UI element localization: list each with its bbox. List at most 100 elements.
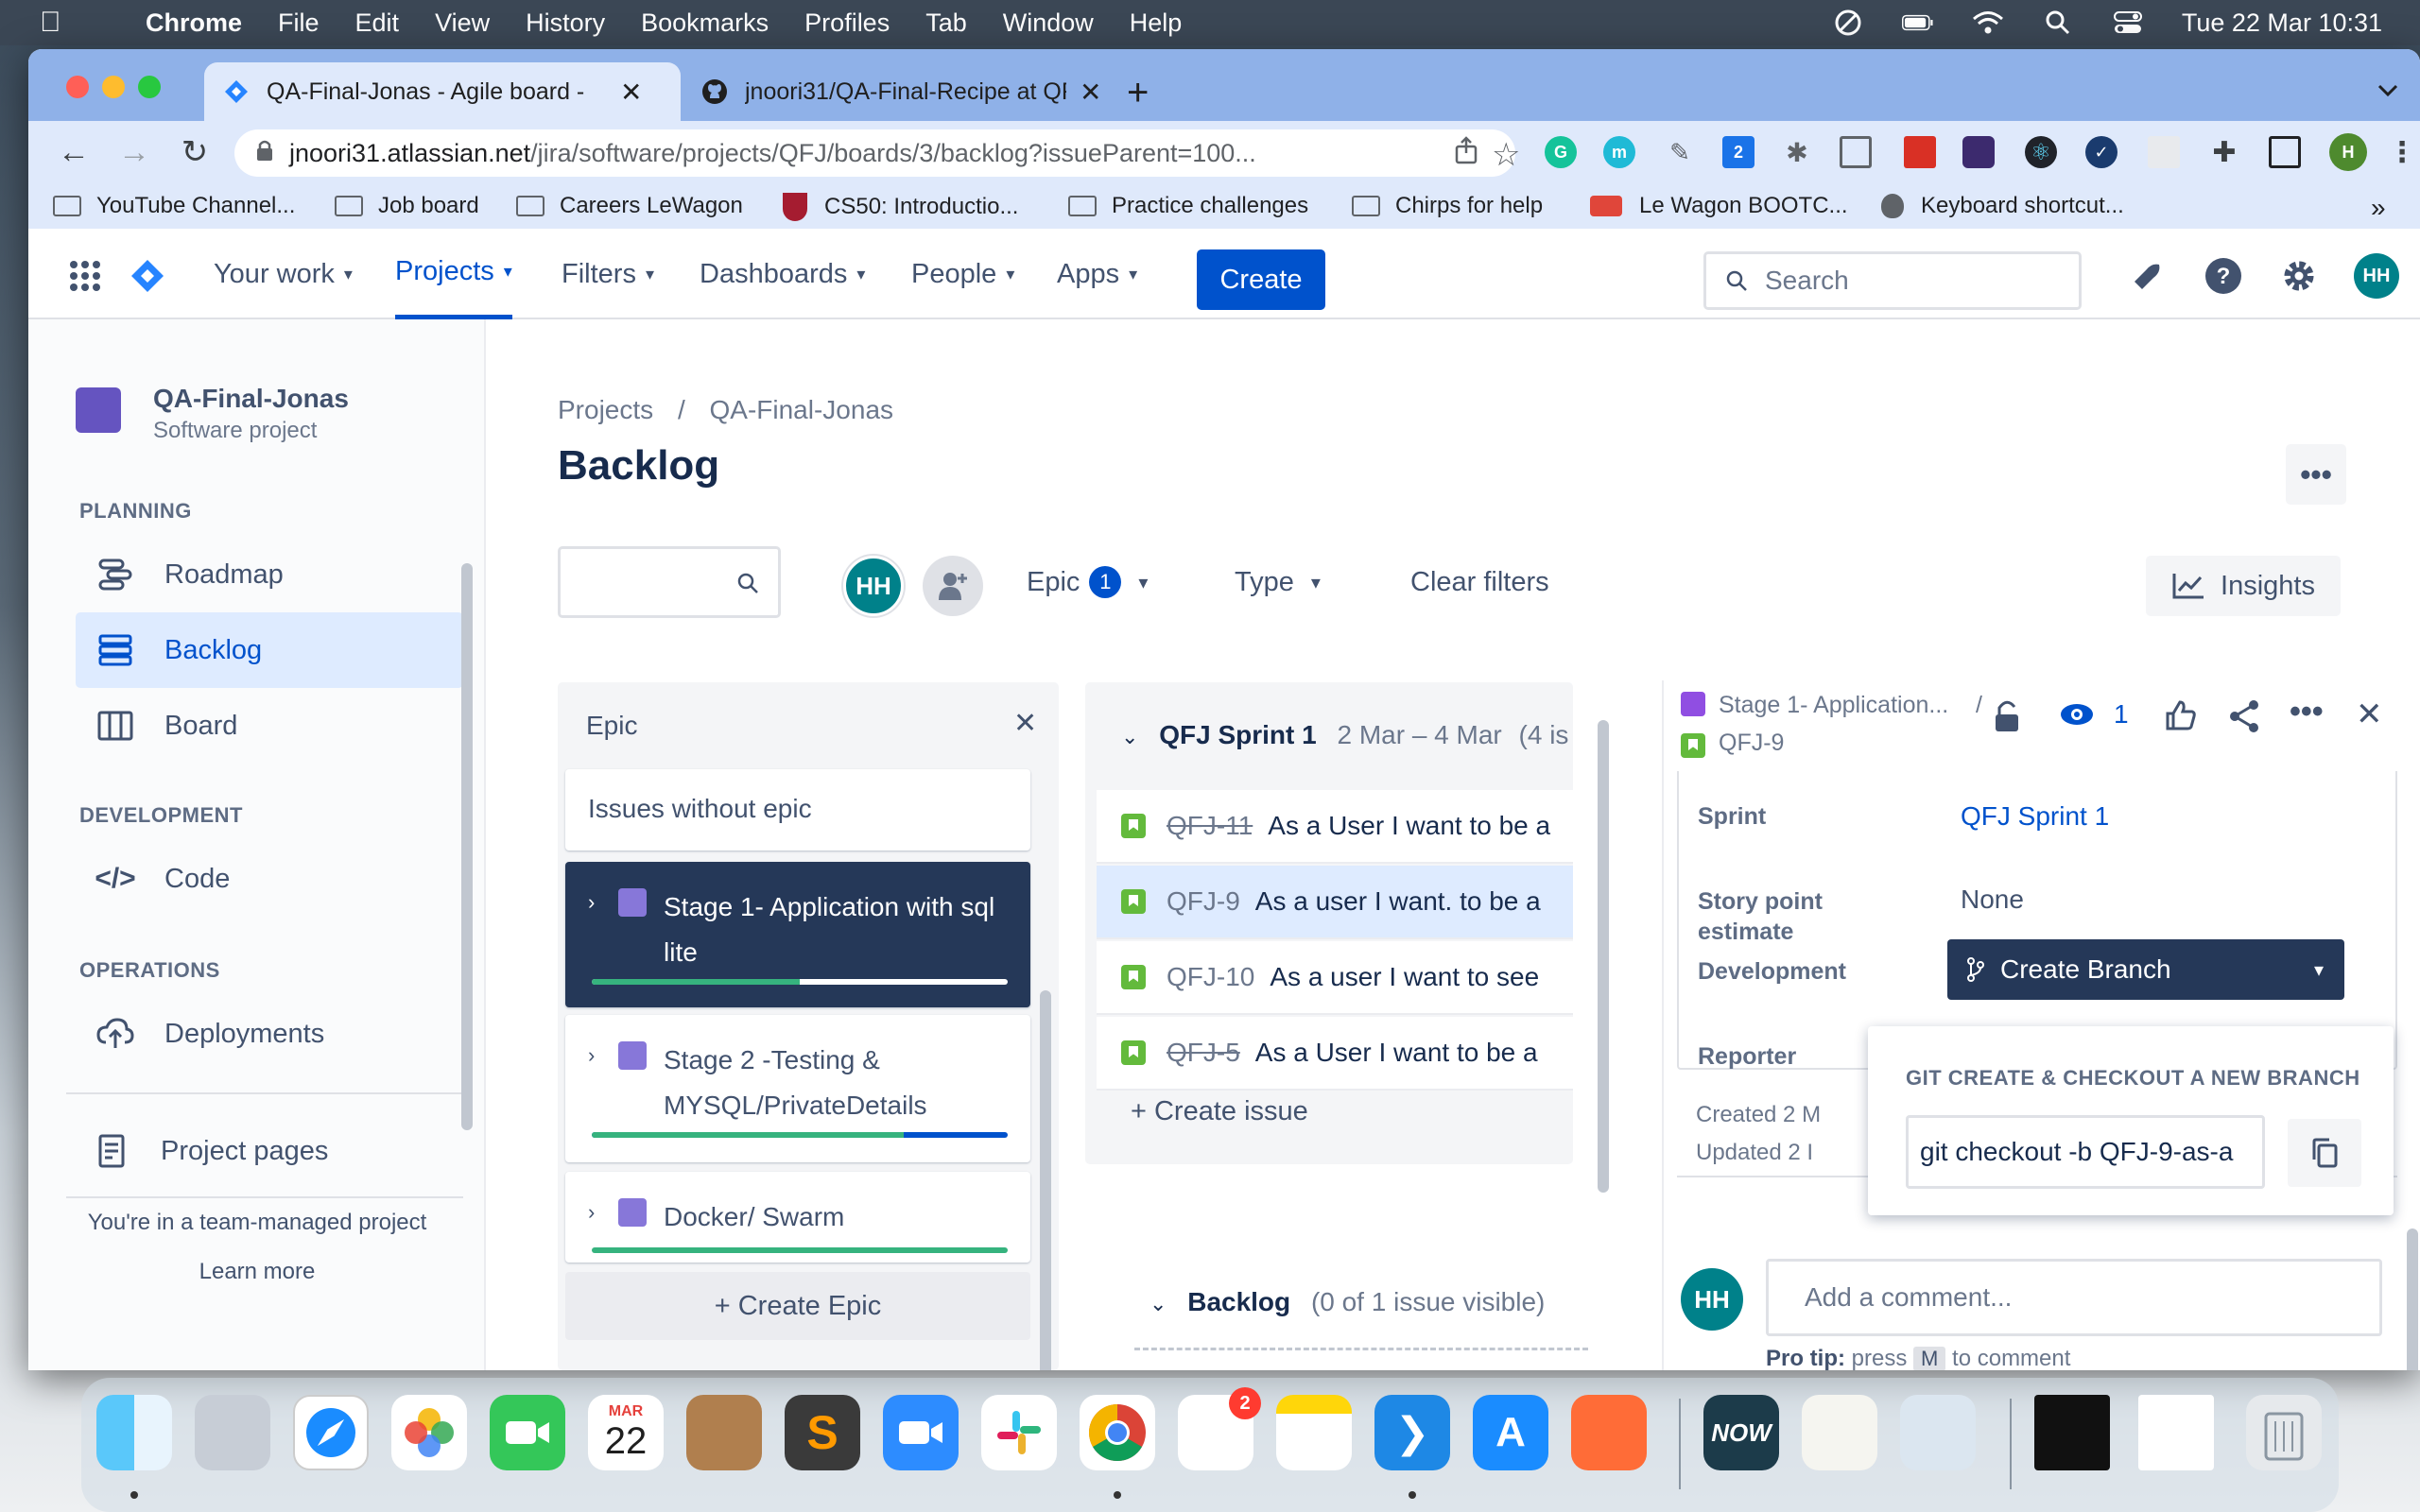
insights-button[interactable]: Insights	[2146, 556, 2341, 616]
epic-panel-scrollbar[interactable]	[1040, 990, 1051, 1370]
office-extension-icon[interactable]	[2148, 136, 2180, 168]
zoom-icon[interactable]	[883, 1395, 959, 1470]
colorzilla-extension-icon[interactable]	[1962, 136, 1995, 168]
share-icon[interactable]	[1454, 135, 1478, 171]
launchpad-icon[interactable]	[195, 1395, 270, 1470]
sidebar-item-code[interactable]: </> Code	[76, 841, 463, 917]
sidebar-item-board[interactable]: Board	[76, 688, 463, 764]
create-issue-button[interactable]: + Create issue	[1131, 1096, 1308, 1127]
nav-dashboards[interactable]: Dashboards ▾	[700, 229, 865, 319]
menu-help[interactable]: Help	[1130, 9, 1183, 38]
slack-icon[interactable]	[981, 1395, 1057, 1470]
tab-close-icon[interactable]: ✕	[620, 77, 642, 108]
contacts-icon[interactable]	[686, 1395, 762, 1470]
breadcrumb-project[interactable]: QA-Final-Jonas	[710, 395, 894, 424]
bookmark-le-wagon-bootcamp[interactable]: Le Wagon BOOTC...	[1590, 193, 1848, 219]
issue-row-qfj-5[interactable]: QFJ-5 As a User I want to be a	[1097, 1017, 1573, 1091]
project-name[interactable]: QA-Final-Jonas	[153, 384, 349, 414]
facetime-icon[interactable]	[490, 1395, 565, 1470]
now-tv-icon[interactable]: NOW	[1703, 1395, 1779, 1470]
extension-badge-icon[interactable]: 2	[1722, 136, 1754, 168]
chrome-icon[interactable]	[1080, 1395, 1155, 1470]
sidebar-item-roadmap[interactable]: Roadmap	[76, 537, 463, 612]
eyedropper-extension-icon[interactable]: ✎	[1664, 136, 1696, 168]
issue-key[interactable]: QFJ-5	[1167, 1038, 1240, 1068]
epic-filter-button[interactable]: Epic 1 ▾	[1027, 556, 1148, 609]
issue-key[interactable]: QFJ-11	[1167, 811, 1253, 841]
check-extension-icon[interactable]: ✓	[2085, 136, 2118, 168]
create-epic-button[interactable]: + Create Epic	[565, 1272, 1030, 1340]
epic-card-stage-2[interactable]: › Stage 2 -Testing & MYSQL/PrivateDetail…	[565, 1015, 1030, 1162]
side-panel-icon[interactable]	[2269, 136, 2301, 168]
assignee-filter-avatar[interactable]: HH	[843, 556, 904, 616]
sprint-header[interactable]: ⌄ QFJ Sprint 1 2 Mar – 4 Mar (4 is	[1121, 720, 1568, 750]
issues-without-epic[interactable]: Issues without epic	[565, 769, 1030, 850]
new-tab-icon[interactable]: +	[1127, 72, 1149, 114]
grammarly-extension-icon[interactable]: G	[1545, 136, 1577, 168]
finder-icon[interactable]	[96, 1395, 172, 1470]
menu-app-chrome[interactable]: Chrome	[146, 9, 242, 38]
vscode-icon[interactable]: ❯	[1374, 1395, 1450, 1470]
bookmark-job-board[interactable]: Job board	[335, 193, 479, 219]
more-actions-button[interactable]: •••	[2286, 444, 2346, 505]
sublime-text-icon[interactable]: S	[785, 1395, 860, 1470]
spotlight-search-icon[interactable]	[2042, 10, 2074, 35]
learn-more-link[interactable]: Learn more	[28, 1259, 486, 1285]
calendar-icon[interactable]: MAR 22	[588, 1395, 664, 1470]
reload-icon[interactable]: ↻	[164, 133, 225, 171]
settings-gear-icon[interactable]	[2280, 257, 2318, 295]
git-command-input[interactable]: git checkout -b QFJ-9-as-a	[1906, 1115, 2265, 1189]
nav-people[interactable]: People ▾	[911, 229, 1014, 319]
menu-window[interactable]: Window	[1003, 9, 1094, 38]
copy-icon[interactable]	[2288, 1119, 2361, 1187]
issue-row-qfj-10[interactable]: QFJ-10 As a user I want to see	[1097, 941, 1573, 1015]
chrome-window-thumbnail[interactable]	[2138, 1395, 2214, 1470]
breadcrumb-projects[interactable]: Projects	[558, 395, 653, 424]
menu-history[interactable]: History	[526, 9, 605, 38]
parent-epic-link[interactable]: Stage 1- Application...	[1719, 692, 1948, 719]
bookmark-youtube-channel[interactable]: YouTube Channel...	[53, 193, 295, 219]
address-bar[interactable]: jnoori31.atlassian.net /jira/software/pr…	[234, 129, 1520, 177]
notes-icon[interactable]	[1276, 1395, 1352, 1470]
help-icon[interactable]: ?	[2204, 257, 2242, 295]
apple-menu-icon[interactable]: 	[40, 7, 78, 39]
jira-logo-icon[interactable]	[129, 257, 166, 295]
board-scrollbar[interactable]	[1598, 720, 1609, 1193]
window-zoom-button[interactable]	[138, 76, 161, 98]
menu-bookmarks[interactable]: Bookmarks	[641, 9, 769, 38]
preview-icon[interactable]	[1900, 1395, 1976, 1470]
clear-filters-button[interactable]: Clear filters	[1410, 556, 1549, 609]
forward-arrow-icon[interactable]: →	[104, 134, 164, 171]
menu-view[interactable]: View	[435, 9, 490, 38]
add-people-icon[interactable]	[923, 556, 983, 616]
create-button[interactable]: Create	[1197, 249, 1325, 310]
photos-icon[interactable]	[391, 1395, 467, 1470]
chevron-down-icon[interactable]: ⌄	[1121, 725, 1138, 748]
chevron-right-icon[interactable]: ›	[588, 1200, 595, 1225]
textedit-icon[interactable]	[1802, 1395, 1877, 1470]
issue-key[interactable]: QFJ-9	[1167, 886, 1240, 917]
app-switcher-grid-icon[interactable]	[66, 257, 104, 295]
sidebar-item-backlog[interactable]: Backlog	[76, 612, 463, 688]
trash-icon[interactable]	[2246, 1395, 2322, 1470]
add-comment-input[interactable]: Add a comment...	[1766, 1259, 2382, 1336]
terminal-window-thumbnail[interactable]	[2034, 1395, 2110, 1470]
nav-apps[interactable]: Apps ▾	[1057, 229, 1137, 319]
chevron-right-icon[interactable]: ›	[588, 890, 595, 915]
tab-search-chevron-icon[interactable]	[2377, 76, 2399, 105]
back-arrow-icon[interactable]: ←	[43, 134, 104, 171]
chevron-right-icon[interactable]: ›	[588, 1043, 595, 1068]
epic-card-stage-1[interactable]: › Stage 1- Application with sql lite	[565, 862, 1030, 1007]
menu-edit[interactable]: Edit	[355, 9, 400, 38]
tab-github[interactable]: jnoori31/QA-Final-Recipe at QF ✕	[683, 62, 1127, 121]
menu-tab[interactable]: Tab	[925, 9, 967, 38]
chrome-menu-icon[interactable]: ⋮	[2386, 136, 2418, 168]
extension-m-icon[interactable]: m	[1603, 136, 1635, 168]
focus-status-icon[interactable]	[1832, 9, 1864, 36]
window-close-button[interactable]	[66, 76, 89, 98]
sidebar-item-deployments[interactable]: Deployments	[76, 996, 463, 1072]
user-avatar[interactable]: HH	[2354, 253, 2399, 299]
issue-row-qfj-11[interactable]: QFJ-11 As a User I want to be a	[1097, 790, 1573, 864]
menu-file[interactable]: File	[278, 9, 320, 38]
type-filter-button[interactable]: Type ▾	[1235, 556, 1321, 609]
